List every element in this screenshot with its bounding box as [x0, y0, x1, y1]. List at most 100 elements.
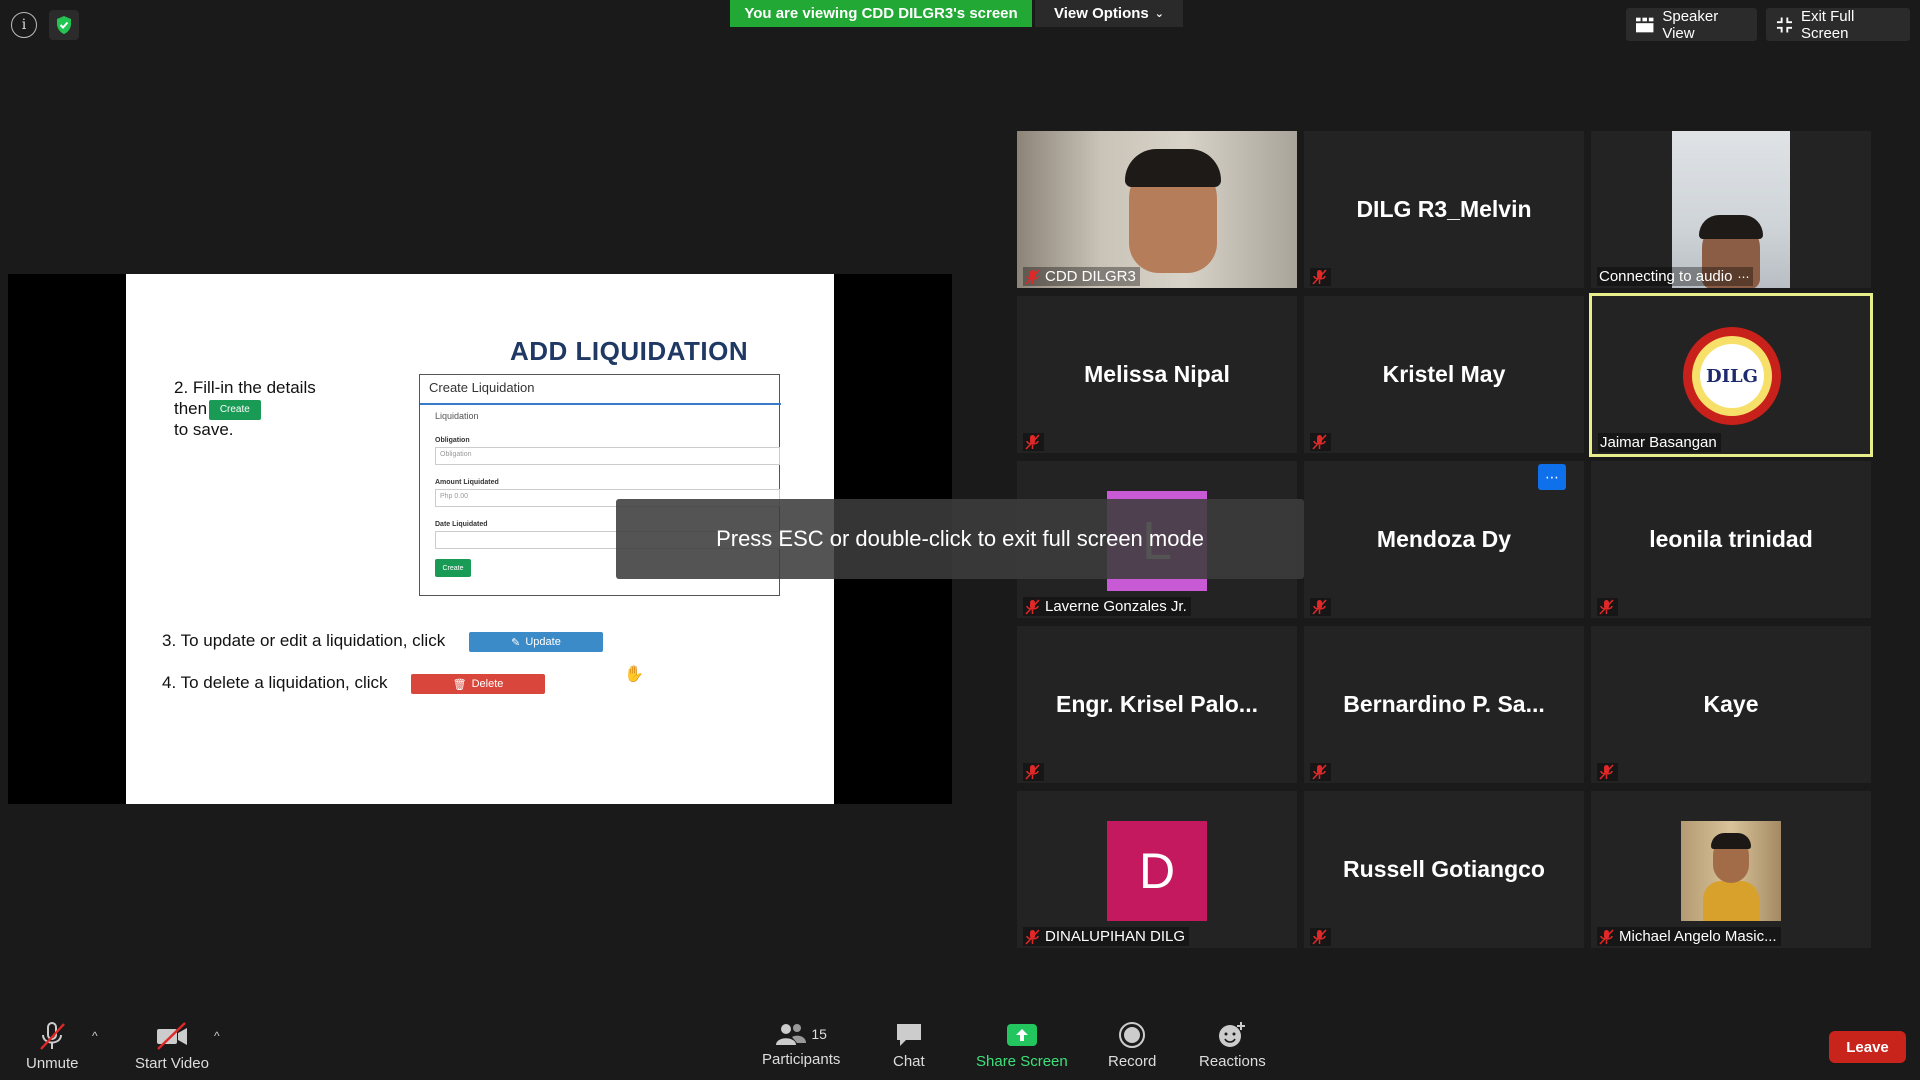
form-title: Create Liquidation	[429, 380, 535, 395]
meeting-toolbar	[0, 1010, 1920, 1080]
participant-label	[1310, 928, 1331, 946]
participant-name: CDD DILGR3	[1045, 268, 1136, 285]
participant-display-name: Kaye	[1703, 691, 1759, 717]
muted-mic-icon	[1312, 434, 1327, 450]
reactions-smiley-icon	[1219, 1022, 1246, 1047]
participant-tile-10[interactable]: Engr. Krisel Palo...	[1017, 626, 1297, 783]
view-options-button[interactable]: View Options ⌄	[1035, 0, 1183, 27]
loading-dots-icon: ⋯	[1737, 269, 1750, 284]
exit-full-screen-label: Exit Full Screen	[1800, 7, 1855, 42]
participant-label: DINALUPIHAN DILG	[1023, 927, 1190, 946]
muted-mic-icon	[1599, 928, 1614, 945]
participant-display-name: Bernardino P. Sa...	[1343, 691, 1545, 717]
participant-name: Michael Angelo Masic...	[1619, 928, 1777, 945]
viewing-screen-banner: You are viewing CDD DILGR3's screen	[730, 0, 1032, 27]
info-glyph: i	[21, 17, 27, 33]
start-video-button[interactable]: Start Video	[135, 1021, 209, 1072]
chat-button[interactable]: Chat	[893, 1021, 925, 1070]
participant-label: Connecting to audio ⋯	[1597, 267, 1754, 286]
participants-icon	[776, 1024, 807, 1045]
participant-tile-2[interactable]: DILG R3_Melvin	[1304, 131, 1584, 288]
muted-mic-icon	[1025, 598, 1040, 615]
participant-tile-9[interactable]: leonila trinidad	[1591, 461, 1871, 618]
exit-full-screen-icon	[1776, 16, 1793, 33]
participant-label	[1310, 268, 1331, 286]
reactions-button[interactable]: Reactions	[1199, 1021, 1266, 1070]
video-options-caret-icon[interactable]: ^	[214, 1029, 220, 1043]
encryption-shield-icon[interactable]	[49, 10, 79, 40]
participant-label	[1023, 433, 1044, 451]
participant-tile-11[interactable]: Bernardino P. Sa...	[1304, 626, 1584, 783]
participant-display-name: DILG R3_Melvin	[1356, 196, 1532, 222]
participant-tile-5[interactable]: Kristel May	[1304, 296, 1584, 453]
hair-shape	[1699, 215, 1763, 239]
video-off-icon	[156, 1022, 187, 1050]
participant-tile-3[interactable]: Connecting to audio ⋯	[1591, 131, 1871, 288]
avatar: D	[1107, 821, 1207, 921]
speaker-view-icon	[1636, 17, 1654, 32]
muted-mic-icon	[40, 1022, 66, 1050]
participant-display-name: Melissa Nipal	[1084, 361, 1230, 387]
share-screen-icon	[1006, 1024, 1037, 1046]
chat-label: Chat	[893, 1053, 925, 1070]
obligation-label: Obligation	[435, 437, 470, 444]
seal-inner: DILG	[1692, 336, 1772, 416]
muted-mic-icon	[1599, 599, 1614, 615]
participant-label	[1310, 763, 1331, 781]
participant-tile-13[interactable]: D DINALUPIHAN DILG	[1017, 791, 1297, 948]
leave-meeting-button[interactable]: Leave	[1829, 1031, 1906, 1063]
participant-video	[1672, 131, 1790, 288]
form-create-button: Create	[435, 559, 471, 577]
step3-text: 3. To update or edit a liquidation, clic…	[162, 631, 446, 650]
participant-display-name: leonila trinidad	[1649, 526, 1813, 552]
audio-options-caret-icon[interactable]: ^	[92, 1029, 98, 1043]
step4-text: 4. To delete a liquidation, click	[162, 673, 388, 692]
participant-label	[1310, 598, 1331, 616]
muted-mic-icon	[1599, 764, 1614, 780]
step2-line2: then	[174, 399, 208, 418]
unmute-label: Unmute	[26, 1055, 79, 1072]
participant-label: Laverne Gonzales Jr.	[1023, 597, 1191, 616]
participant-label	[1597, 763, 1618, 781]
more-options-icon[interactable]: ⋯	[1538, 464, 1566, 490]
participants-icon-row: 15	[775, 1021, 827, 1047]
unmute-button[interactable]: Unmute	[26, 1021, 79, 1072]
participant-display-name: Kristel May	[1382, 361, 1506, 387]
participant-label: CDD DILGR3	[1023, 267, 1140, 286]
muted-mic-icon	[1312, 599, 1327, 615]
participant-display-name: Engr. Krisel Palo...	[1056, 691, 1258, 717]
meeting-info-icon[interactable]: i	[11, 12, 37, 38]
form-section-label: Liquidation	[435, 411, 479, 421]
participant-tile-14[interactable]: Russell Gotiangco	[1304, 791, 1584, 948]
participant-label	[1023, 763, 1044, 781]
start-video-label: Start Video	[135, 1055, 209, 1072]
muted-mic-icon	[1025, 928, 1040, 945]
participant-tile-12[interactable]: Kaye	[1591, 626, 1871, 783]
participant-tile-1[interactable]: CDD DILGR3	[1017, 131, 1297, 288]
share-screen-button[interactable]: Share Screen	[976, 1021, 1068, 1070]
exit-full-screen-button[interactable]: Exit Full Screen	[1766, 7, 1910, 42]
slide-update-button: ✎ Update	[469, 632, 603, 652]
participant-label: Jaimar Basangan	[1598, 433, 1721, 452]
seal-text: DILG	[1700, 344, 1764, 408]
participant-name: Laverne Gonzales Jr.	[1045, 598, 1187, 615]
muted-mic-icon	[1025, 268, 1040, 285]
participant-tile-6-active-speaker[interactable]: DILG Jaimar Basangan	[1589, 293, 1873, 457]
step2-line3: to save.	[174, 420, 234, 439]
participant-name: DINALUPIHAN DILG	[1045, 928, 1186, 945]
record-button[interactable]: Record	[1108, 1021, 1156, 1070]
slide-delete-button: 🗑 Delete	[411, 674, 545, 694]
record-icon	[1119, 1022, 1146, 1048]
muted-mic-icon	[1312, 269, 1327, 285]
form-title-underline	[420, 403, 781, 405]
speaker-view-button[interactable]: Speaker View	[1626, 7, 1757, 42]
chat-icon	[896, 1024, 921, 1046]
shirt-shape	[1703, 881, 1759, 921]
speaker-view-label: Speaker View	[1662, 7, 1719, 42]
participant-tile-8[interactable]: Mendoza Dy ⋯	[1304, 461, 1584, 618]
participant-tile-15[interactable]: Michael Angelo Masic...	[1591, 791, 1871, 948]
record-label: Record	[1108, 1053, 1157, 1070]
muted-mic-icon	[1312, 929, 1327, 945]
participants-button[interactable]: 15 Participants	[762, 1021, 840, 1068]
participant-tile-4[interactable]: Melissa Nipal	[1017, 296, 1297, 453]
